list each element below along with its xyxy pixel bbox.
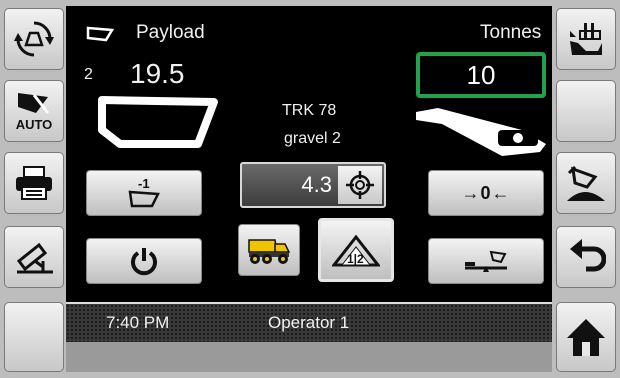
bucket-outline-icon: [86, 26, 114, 42]
units-label: Tonnes: [480, 22, 542, 43]
material-name: gravel 2: [284, 130, 341, 147]
recycle-scale-button[interactable]: [4, 8, 64, 70]
main-display: Payload 2 19.5 Tonnes 10 TRK 78 gravel 2…: [66, 6, 552, 372]
dump-bucket-icon: [570, 23, 602, 55]
measure-value: 4.3: [301, 172, 332, 197]
minus-one-bucket-icon: -1: [128, 176, 160, 208]
status-bar: 7:40 PM Operator 1: [66, 302, 552, 342]
zero-button[interactable]: →0←: [428, 170, 544, 216]
payload-value: 19.5: [130, 58, 185, 89]
printer-icon: [16, 166, 52, 200]
bucket-gauge-icon: [98, 96, 218, 148]
dump-pile-button[interactable]: [556, 152, 616, 214]
auto-bucket-icon: [18, 92, 50, 114]
tilt-calibrate-button[interactable]: [428, 238, 544, 284]
minus-one-text: -1: [138, 176, 150, 191]
dump-bucket-button[interactable]: [556, 8, 616, 70]
home-button[interactable]: [556, 302, 616, 372]
tilt-calibrate-icon: [465, 250, 507, 272]
home-icon: [567, 319, 605, 356]
bottom-panel: [66, 342, 552, 372]
split-pile-button[interactable]: 1|2: [318, 218, 394, 282]
zero-icon: →0←: [461, 182, 511, 203]
blank-left-button[interactable]: [4, 302, 64, 372]
truck-id: TRK 78: [282, 102, 337, 119]
minus-one-button[interactable]: -1: [86, 170, 202, 216]
auto-bucket-button[interactable]: AUTO: [4, 80, 64, 142]
power-button[interactable]: [86, 238, 202, 284]
clock-time: 7:40 PM: [106, 313, 170, 332]
truck-icon: [248, 239, 291, 264]
power-icon: [131, 248, 157, 276]
dumping-bucket-icon: [416, 108, 546, 156]
blank-right-button[interactable]: [556, 80, 616, 142]
camera-button[interactable]: [4, 226, 64, 288]
undo-icon: [570, 239, 606, 272]
target-tonnes-field[interactable]: 10: [416, 52, 546, 98]
undo-button[interactable]: [556, 226, 616, 288]
target-button[interactable]: [338, 166, 382, 204]
pass-count: 2: [84, 66, 93, 83]
measure-field[interactable]: 4.3: [240, 162, 386, 208]
split-text: 1|2: [347, 252, 364, 266]
camera-icon: [16, 242, 53, 274]
split-pile-icon: 1|2: [332, 234, 380, 267]
payload-label: Payload: [136, 22, 205, 43]
target-tonnes-value: 10: [466, 59, 496, 90]
dump-pile-icon: [567, 165, 605, 201]
truck-button[interactable]: [238, 224, 300, 276]
recycle-scale-icon: [14, 21, 54, 57]
crosshair-icon: [346, 171, 374, 199]
operator-name: Operator 1: [268, 313, 350, 332]
auto-label: AUTO: [15, 116, 53, 132]
device-frame: AUTO Payload 2 19.5 Tonnes 10 TRK 78 gra…: [0, 0, 620, 378]
print-button[interactable]: [4, 152, 64, 214]
